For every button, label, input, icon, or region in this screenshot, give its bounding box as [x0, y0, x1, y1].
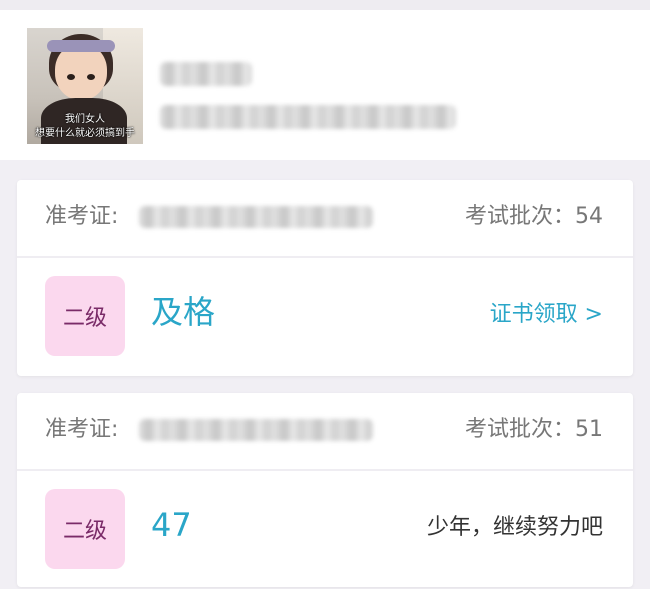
- blurred-user-info: [160, 105, 456, 129]
- ticket-label: 准考证:: [45, 417, 119, 442]
- exam-record-body: 二级 及格 证书领取 >: [17, 258, 633, 376]
- avatar[interactable]: 我们女人 想要什么就必须搞到手: [27, 28, 143, 144]
- exam-record-body: 二级 47 少年，继续努力吧: [17, 471, 633, 589]
- exam-record-card: 准考证: 考试批次：54 二级 及格 证书领取 >: [17, 180, 633, 376]
- exam-result: 及格: [151, 293, 216, 331]
- exam-record-header: 准考证: 考试批次：51: [17, 393, 633, 471]
- exam-batch: 考试批次：51: [465, 417, 603, 442]
- avatar-left-eye: [67, 74, 75, 80]
- avatar-face: [55, 44, 107, 100]
- top-strip: [0, 0, 650, 10]
- avatar-caption-line-2: 想要什么就必须搞到手: [35, 128, 135, 139]
- avatar-caption-line-1: 我们女人: [65, 114, 105, 125]
- blurred-ticket-number: [139, 206, 373, 228]
- avatar-right-eye: [87, 74, 95, 80]
- exam-batch: 考试批次：54: [465, 204, 603, 229]
- certificate-claim-link[interactable]: 证书领取 >: [490, 300, 603, 330]
- level-badge: 二级: [45, 489, 125, 569]
- ticket-label: 准考证:: [45, 204, 119, 229]
- avatar-headband: [47, 40, 115, 52]
- blurred-ticket-number: [139, 419, 373, 441]
- blurred-user-name: [160, 62, 252, 86]
- profile-header: 我们女人 想要什么就必须搞到手: [0, 10, 650, 160]
- exam-record-card: 准考证: 考试批次：51 二级 47 少年，继续努力吧: [17, 393, 633, 587]
- exam-record-header: 准考证: 考试批次：54: [17, 180, 633, 258]
- encouragement-message: 少年，继续努力吧: [426, 515, 603, 540]
- exam-score: 47: [151, 506, 192, 544]
- level-badge: 二级: [45, 276, 125, 356]
